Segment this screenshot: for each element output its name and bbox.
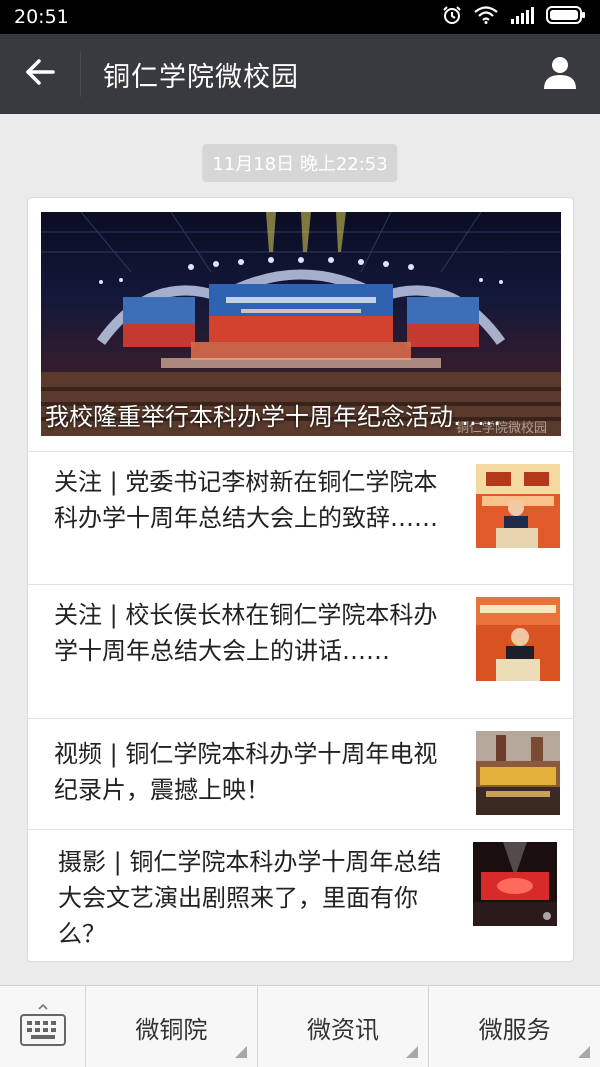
battery-icon: [546, 5, 586, 29]
article-thumbnail: [476, 597, 560, 681]
person-icon: [542, 54, 578, 94]
hero-article[interactable]: 我校隆重举行本科办学十周年纪念活动…… 铜仁学院微校园: [41, 212, 561, 436]
hero-watermark: 铜仁学院微校园: [455, 421, 547, 436]
status-icons: [442, 5, 586, 29]
submenu-indicator-icon: [234, 1046, 247, 1058]
wifi-icon: [474, 6, 498, 28]
menu-button-weifuwu[interactable]: 微服务: [429, 986, 600, 1067]
page-title: 铜仁学院微校园: [103, 61, 299, 93]
list-item[interactable]: 关注 | 党委书记李树新在铜仁学院本科办学十周年总结大会上的致辞……: [28, 451, 573, 584]
article-thumbnail: [473, 842, 557, 926]
article-title: 关注 | 校长侯长林在铜仁学院本科办学十周年总结大会上的讲话……: [54, 601, 438, 665]
menu-label: 微铜院: [135, 1015, 208, 1044]
list-item[interactable]: 视频 | 铜仁学院本科办学十周年电视纪录片，震撼上映！: [28, 718, 573, 829]
list-item[interactable]: 摄影 | 铜仁学院本科办学十周年总结大会文艺演出剧照来了，里面有你么？: [28, 829, 573, 961]
title-divider: [80, 51, 81, 97]
profile-button[interactable]: [520, 34, 600, 114]
status-time: 20:51: [14, 6, 69, 28]
back-button[interactable]: [0, 34, 80, 114]
keyboard-icon: [18, 1003, 68, 1051]
article-title: 视频 | 铜仁学院本科办学十周年电视纪录片，震撼上映！: [54, 740, 438, 804]
article-thumbnail: [476, 464, 560, 548]
submenu-indicator-icon: [578, 1046, 591, 1058]
menu-label: 微服务: [478, 1015, 551, 1044]
article-title: 摄影 | 铜仁学院本科办学十周年总结大会文艺演出剧照来了，里面有你么？: [58, 848, 442, 948]
keyboard-toggle-button[interactable]: [0, 986, 86, 1067]
bottom-menu: 微铜院 微资讯 微服务: [0, 985, 600, 1067]
alarm-icon: [442, 5, 462, 29]
menu-button-weitongyuan[interactable]: 微铜院: [86, 986, 258, 1067]
status-bar: 20:51: [0, 0, 600, 34]
article-thumbnail: [476, 731, 560, 815]
signal-icon: [510, 6, 534, 28]
submenu-indicator-icon: [406, 1046, 419, 1058]
menu-label: 微资讯: [307, 1015, 379, 1044]
list-item[interactable]: 关注 | 校长侯长林在铜仁学院本科办学十周年总结大会上的讲话……: [28, 584, 573, 718]
message-timestamp: 11月18日 晚上22:53: [202, 144, 398, 182]
title-bar: 铜仁学院微校园: [0, 34, 600, 114]
arrow-left-icon: [25, 59, 55, 89]
menu-button-weizixun[interactable]: 微资讯: [258, 986, 430, 1067]
article-title: 关注 | 党委书记李树新在铜仁学院本科办学十周年总结大会上的致辞……: [54, 468, 438, 532]
article-card: 我校隆重举行本科办学十周年纪念活动…… 铜仁学院微校园 关注 | 党委书记李树新…: [27, 197, 574, 962]
article-list: 关注 | 党委书记李树新在铜仁学院本科办学十周年总结大会上的致辞…… 关注 | …: [28, 451, 573, 961]
